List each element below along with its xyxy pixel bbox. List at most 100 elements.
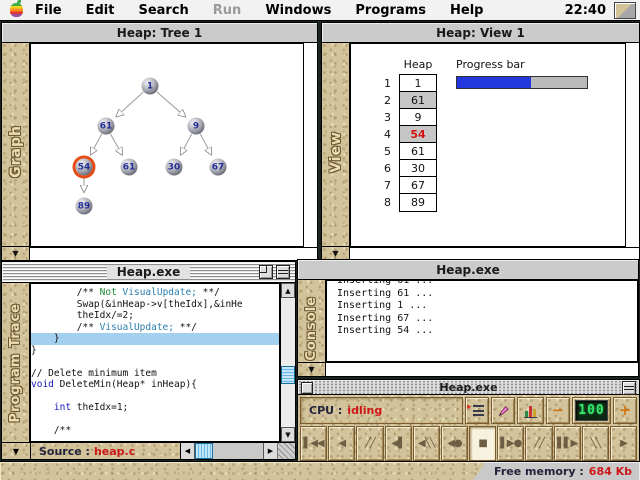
scroll-left-icon[interactable]: ◀ bbox=[181, 443, 195, 459]
application-switcher-icon[interactable] bbox=[614, 2, 636, 19]
zoom-box-icon[interactable] bbox=[259, 265, 273, 279]
resize-grip[interactable] bbox=[277, 443, 295, 459]
run-forward-button[interactable]: ▌▶● bbox=[497, 426, 524, 461]
menu-item-file[interactable]: File bbox=[35, 3, 62, 18]
source-window-titlebar[interactable]: Heap.exe bbox=[2, 262, 295, 283]
skip-to-start-button[interactable]: ▌◀◀ bbox=[300, 426, 327, 461]
menu-item-windows[interactable]: Windows bbox=[265, 3, 331, 18]
code-editor[interactable]: /** Not VisualUpdate; **/ Swap(&inHeap->… bbox=[30, 283, 280, 442]
console-sidebar-menu-button[interactable]: ▼ bbox=[298, 362, 325, 376]
tree-edges bbox=[31, 44, 303, 246]
code-line: void DeleteMin(Heap* inHeap){ bbox=[31, 379, 279, 391]
fast-back-button[interactable]: ◀╲╲ bbox=[413, 426, 440, 461]
speed-decrease-button[interactable]: − bbox=[546, 397, 570, 424]
console-window: Heap.exe Console ▼ Inserting 61 ...Inser… bbox=[297, 259, 639, 377]
fast-forward-button[interactable]: ╲╲ bbox=[582, 426, 609, 461]
code-line: Swap(&inHeap->v[theIdx],&inHe bbox=[31, 299, 279, 311]
view-window-titlebar[interactable]: Heap: View 1 bbox=[322, 23, 639, 43]
tree-window-titlebar[interactable]: Heap: Tree 1 bbox=[2, 23, 317, 43]
heap-column-header: Heap bbox=[399, 58, 437, 71]
fast-back-icon: ◀╲╲ bbox=[418, 438, 435, 449]
edit-button[interactable] bbox=[491, 397, 515, 424]
code-hscrollbar[interactable]: ◀ ▶ bbox=[180, 443, 277, 459]
windowshade-box-icon[interactable] bbox=[276, 265, 290, 279]
code-vscrollbar[interactable]: ▲ ▼ bbox=[280, 283, 295, 442]
tree-node-9[interactable]: 9 bbox=[188, 118, 205, 135]
tree-canvas[interactable]: 1 61 9 54 61 30 67 89 bbox=[30, 43, 304, 247]
row-index: 1 bbox=[365, 77, 399, 90]
menu-item-programs[interactable]: Programs bbox=[355, 3, 426, 18]
close-box-icon[interactable] bbox=[301, 382, 313, 394]
step-pause-button[interactable]: ▌▌▶ bbox=[554, 426, 581, 461]
tree-window: Heap: Tree 1 Graph ▼ 16195461306789 bbox=[1, 22, 318, 261]
row-index: 2 bbox=[365, 94, 399, 107]
view-sidebar-menu-button[interactable]: ▼ bbox=[322, 246, 349, 260]
table-row: 454 bbox=[365, 125, 437, 143]
run-forward-icon: ▌▶● bbox=[500, 438, 521, 449]
tree-node-67[interactable]: 67 bbox=[210, 159, 227, 176]
cpu-status: idling bbox=[347, 404, 382, 417]
tree-sidebar-menu-button[interactable]: ▼ bbox=[2, 246, 29, 260]
console-hscroll-gutter[interactable] bbox=[326, 362, 638, 376]
menu-clock: 22:40 bbox=[565, 3, 606, 18]
trace-list-button[interactable]: ▸ bbox=[465, 397, 489, 424]
menu-item-edit[interactable]: Edit bbox=[86, 3, 115, 18]
cpu-label: CPU : bbox=[309, 404, 342, 417]
code-line bbox=[31, 356, 279, 368]
step-back-icon: ◀ bbox=[338, 438, 345, 449]
speed-increase-button[interactable]: + bbox=[613, 397, 637, 424]
row-index: 6 bbox=[365, 162, 399, 175]
scroll-down-icon[interactable]: ▼ bbox=[281, 427, 295, 442]
free-memory-label: Free memory : bbox=[494, 465, 584, 478]
slow-back-button[interactable]: ╱╱ bbox=[356, 426, 383, 461]
stop-button[interactable]: ■ bbox=[469, 426, 496, 461]
code-line: /** VisualUpdate; **/ bbox=[31, 322, 279, 334]
playback-controls: ▌◀◀ ◀ ╱╱ ◀▌ ◀╲╲ ◀●■ ▌▶● ╱╱ ▌▌▶ ╲╲ ▶ bbox=[300, 426, 637, 461]
tree-node-89[interactable]: 89 bbox=[76, 198, 93, 215]
table-row: 767 bbox=[365, 176, 437, 194]
source-footer: ▼ Source : heap.c ◀ ▶ bbox=[2, 442, 295, 459]
view-vscroll-gutter[interactable] bbox=[626, 43, 639, 247]
hscroll-thumb[interactable] bbox=[195, 443, 213, 459]
control-window: Heap.exe CPU : idling ▸ bbox=[297, 379, 640, 460]
desktop: File Edit Search Run Windows Programs Help 22:… bbox=[0, 0, 640, 480]
menu-item-help[interactable]: Help bbox=[450, 3, 483, 18]
control-window-title: Heap.exe bbox=[439, 381, 497, 394]
tree-node-1[interactable]: 1 bbox=[142, 78, 159, 95]
tree-node-61[interactable]: 61 bbox=[121, 159, 138, 176]
source-footer-menu-button[interactable]: ▼ bbox=[2, 443, 31, 459]
back-one-button[interactable]: ◀▌ bbox=[385, 426, 412, 461]
apple-menu-icon[interactable] bbox=[10, 3, 23, 17]
menu-item-run: Run bbox=[213, 3, 242, 18]
run-back-button[interactable]: ◀● bbox=[441, 426, 468, 461]
scroll-right-icon[interactable]: ▶ bbox=[263, 443, 277, 459]
step-forward-icon: ▶ bbox=[620, 438, 627, 449]
console-output[interactable]: Inserting 61 ...Inserting 61 ...Insertin… bbox=[326, 280, 638, 362]
tree-vscroll-gutter[interactable] bbox=[304, 43, 317, 247]
console-window-titlebar[interactable]: Heap.exe bbox=[298, 260, 638, 280]
slow-forward-button[interactable]: ╱╱ bbox=[525, 426, 552, 461]
scroll-up-icon[interactable]: ▲ bbox=[281, 283, 295, 298]
console-line: Inserting 67 ... bbox=[337, 313, 637, 326]
back-one-icon: ◀▌ bbox=[391, 438, 404, 449]
tree-hscroll-gutter[interactable] bbox=[30, 247, 317, 260]
tree-node-61[interactable]: 61 bbox=[98, 118, 115, 135]
step-back-button[interactable]: ◀ bbox=[328, 426, 355, 461]
view-sidebar: View ▼ bbox=[322, 43, 350, 260]
control-window-titlebar[interactable]: Heap.exe bbox=[298, 380, 639, 395]
step-pause-icon: ▌▌▶ bbox=[557, 438, 577, 449]
vscroll-thumb[interactable] bbox=[281, 366, 295, 384]
code-line: } bbox=[31, 333, 279, 345]
statistics-button[interactable] bbox=[517, 397, 544, 424]
heap-cell: 89 bbox=[399, 193, 437, 212]
speed-display: 100 bbox=[572, 397, 611, 424]
code-line: // Delete minimum item bbox=[31, 368, 279, 380]
status-bar: Free memory : 684 Kb bbox=[0, 461, 640, 480]
windowshade-box-icon[interactable] bbox=[622, 381, 636, 395]
tree-node-54-selected[interactable]: 54 bbox=[76, 159, 93, 176]
tree-node-30[interactable]: 30 bbox=[166, 159, 183, 176]
console-line: Inserting 54 ... bbox=[337, 325, 637, 338]
step-forward-button[interactable]: ▶ bbox=[610, 426, 637, 461]
code-line: theIdx/=2; bbox=[31, 310, 279, 322]
menu-item-search[interactable]: Search bbox=[138, 3, 188, 18]
